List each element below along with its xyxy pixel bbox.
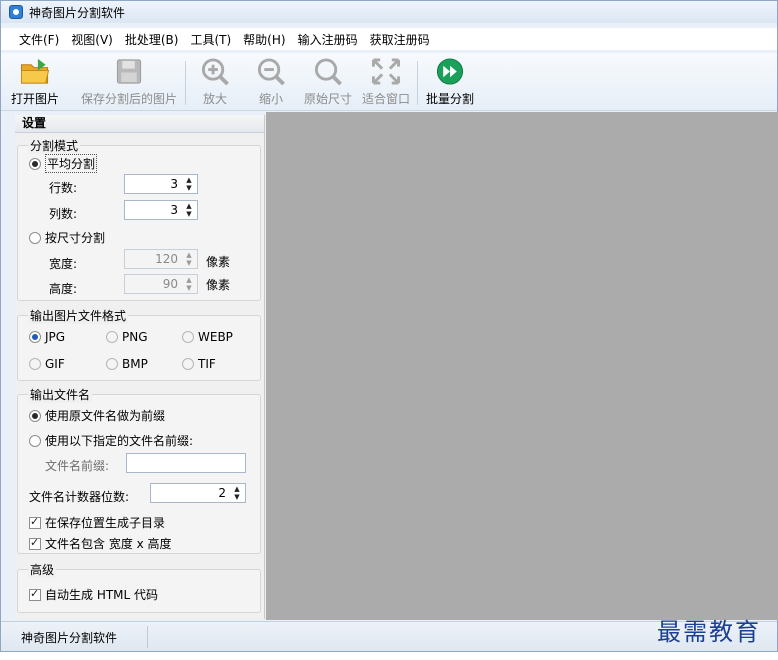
stepper-arrows-icon[interactable]: ▲ ▼ <box>232 484 242 502</box>
watermark-text: 最需教育 <box>657 618 761 646</box>
format-png-radio[interactable]: PNG <box>106 330 148 344</box>
format-gif-radio[interactable]: GIF <box>29 357 65 371</box>
counter-label: 文件名计数器位数: <box>29 490 130 504</box>
menu-bar: 文件(F) 视图(V) 批处理(B) 工具(T) 帮助(H) 输入注册码 获取注… <box>1 28 777 50</box>
format-title: 输出图片文件格式 <box>28 307 129 324</box>
toolbar-separator <box>417 61 418 105</box>
cols-stepper[interactable]: 3 ▲ ▼ <box>124 200 198 220</box>
zoom-in-button[interactable]: 放大 <box>195 57 235 107</box>
radio-icon <box>29 358 41 370</box>
menu-view[interactable]: 视图(V) <box>71 31 113 48</box>
use-custom-prefix-radio[interactable]: 使用以下指定的文件名前缀: <box>29 432 193 449</box>
filename-title: 输出文件名 <box>28 386 93 403</box>
magnifier-icon <box>314 58 342 86</box>
even-split-radio[interactable]: 平均分割 <box>29 154 98 173</box>
prefix-label: 文件名前缀: <box>45 459 110 473</box>
size-split-radio[interactable]: 按尺寸分割 <box>29 229 105 246</box>
menu-get-code[interactable]: 获取注册码 <box>370 31 430 48</box>
split-mode-title: 分割模式 <box>28 137 81 154</box>
status-separator <box>147 626 148 648</box>
radio-icon <box>106 358 118 370</box>
width-unit: 像素 <box>206 255 231 269</box>
format-webp-radio[interactable]: WEBP <box>182 330 233 344</box>
folder-open-icon <box>20 58 50 84</box>
menu-tools[interactable]: 工具(T) <box>190 31 231 48</box>
menu-enter-code[interactable]: 输入注册码 <box>298 31 358 48</box>
height-unit: 像素 <box>206 278 231 292</box>
image-canvas[interactable] <box>266 112 778 620</box>
radio-icon <box>29 231 41 244</box>
filename-group: 输出文件名 使用原文件名做为前缀 使用以下指定的文件名前缀: 文件名前缀: 文件… <box>17 386 261 554</box>
batch-split-button[interactable]: 批量分割 <box>423 57 477 107</box>
stepper-arrows-icon[interactable]: ▲ ▼ <box>184 201 194 219</box>
rows-stepper[interactable]: 3 ▲ ▼ <box>124 174 198 194</box>
menu-file[interactable]: 文件(F) <box>19 31 59 48</box>
counter-stepper[interactable]: 2 ▲ ▼ <box>150 483 246 503</box>
app-window: 神奇图片分割软件 文件(F) 视图(V) 批处理(B) 工具(T) 帮助(H) … <box>0 0 778 652</box>
zoom-out-button[interactable]: 缩小 <box>251 57 291 107</box>
menu-help[interactable]: 帮助(H) <box>243 31 285 48</box>
stepper-arrows-icon[interactable]: ▲ ▼ <box>184 275 194 293</box>
use-original-name-radio[interactable]: 使用原文件名做为前缀 <box>29 407 165 424</box>
title-bar: 神奇图片分割软件 <box>1 1 777 23</box>
height-stepper[interactable]: 90 ▲ ▼ <box>124 274 198 294</box>
radio-icon <box>106 331 118 343</box>
menu-batch[interactable]: 批处理(B) <box>125 31 179 48</box>
height-label: 高度: <box>49 282 78 296</box>
include-size-checkbox[interactable]: 文件名包含 宽度 x 高度 <box>29 535 172 552</box>
window-title: 神奇图片分割软件 <box>29 5 126 20</box>
radio-icon <box>29 331 41 343</box>
play-forward-icon <box>436 58 464 85</box>
settings-panel: 设置 分割模式 平均分割 行数: 3 ▲ ▼ 列数: 3 ▲ ▼ 按尺寸分割 宽… <box>15 115 265 619</box>
subdir-checkbox[interactable]: 在保存位置生成子目录 <box>29 514 165 531</box>
checkbox-icon <box>29 515 41 529</box>
split-mode-group: 分割模式 平均分割 行数: 3 ▲ ▼ 列数: 3 ▲ ▼ 按尺寸分割 宽度: … <box>17 137 261 301</box>
floppy-disk-icon <box>116 59 142 84</box>
advanced-group: 高级 自动生成 HTML 代码 <box>17 561 261 613</box>
prefix-input[interactable] <box>126 453 246 473</box>
toolbar: 打开图片 保存分割后的图片 放大 缩小 原始尺寸 适合窗口 批量分割 <box>1 53 777 111</box>
zoom-out-icon <box>257 58 285 86</box>
radio-icon <box>29 434 41 447</box>
format-group: 输出图片文件格式 JPG PNG WEBP GIF BMP TIF <box>17 307 261 381</box>
save-split-button[interactable]: 保存分割后的图片 <box>77 57 181 107</box>
toolbar-separator <box>185 61 186 105</box>
checkbox-icon <box>29 587 41 601</box>
width-label: 宽度: <box>49 257 78 271</box>
stepper-arrows-icon[interactable]: ▲ ▼ <box>184 250 194 268</box>
rows-label: 行数: <box>49 181 78 195</box>
radio-icon <box>182 331 194 343</box>
settings-header: 设置 <box>15 115 264 133</box>
cols-label: 列数: <box>49 207 78 221</box>
radio-icon <box>29 409 41 422</box>
status-text: 神奇图片分割软件 <box>21 631 118 645</box>
stepper-arrows-icon[interactable]: ▲ ▼ <box>184 175 194 193</box>
open-image-button[interactable]: 打开图片 <box>7 57 63 107</box>
app-icon <box>9 5 23 19</box>
format-tif-radio[interactable]: TIF <box>182 357 216 371</box>
format-bmp-radio[interactable]: BMP <box>106 357 148 371</box>
fit-window-button[interactable]: 适合窗口 <box>359 57 413 107</box>
html-code-checkbox[interactable]: 自动生成 HTML 代码 <box>29 586 158 603</box>
width-stepper[interactable]: 120 ▲ ▼ <box>124 249 198 269</box>
zoom-in-icon <box>201 58 229 86</box>
radio-icon <box>29 157 41 170</box>
fit-window-icon <box>371 58 401 85</box>
original-size-button[interactable]: 原始尺寸 <box>301 57 355 107</box>
radio-icon <box>182 358 194 370</box>
advanced-title: 高级 <box>28 561 57 578</box>
format-jpg-radio[interactable]: JPG <box>29 330 65 344</box>
checkbox-icon <box>29 536 41 550</box>
